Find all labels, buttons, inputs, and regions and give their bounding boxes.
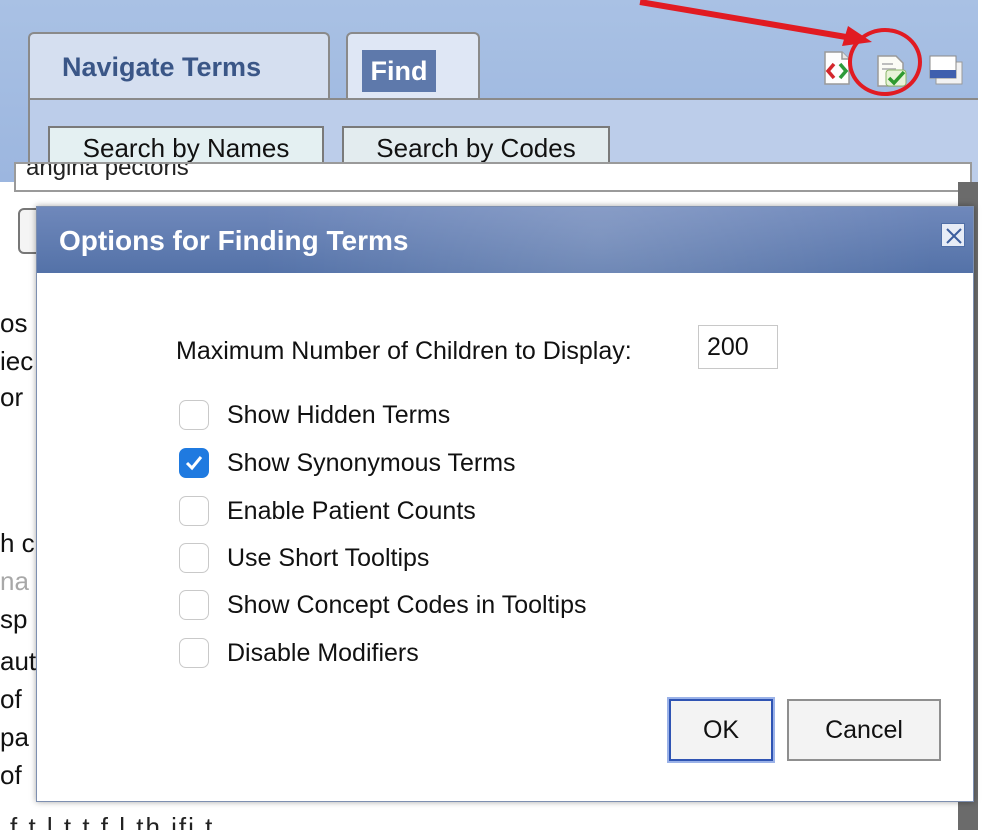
background-bottom-text-content: f t l t t f l th ifi t xyxy=(10,812,215,830)
option-label: Show Hidden Terms xyxy=(227,400,451,429)
search-input-value: angina pectoris xyxy=(26,162,189,181)
option-label: Enable Patient Counts xyxy=(227,496,476,525)
background-text: of xyxy=(0,684,22,714)
option-show-hidden-terms[interactable]: Show Hidden Terms xyxy=(179,395,450,435)
checkbox[interactable] xyxy=(179,496,209,526)
checkbox-checked[interactable] xyxy=(179,448,209,478)
background-text: na xyxy=(0,566,29,596)
close-icon[interactable] xyxy=(941,223,965,247)
dialog-body: Maximum Number of Children to Display: S… xyxy=(37,273,973,803)
max-children-field[interactable] xyxy=(698,325,778,369)
option-disable-modifiers[interactable]: Disable Modifiers xyxy=(179,633,419,673)
dialog-title-bar[interactable]: Options for Finding Terms xyxy=(37,207,973,273)
annotation-circle xyxy=(848,28,922,96)
option-label: Disable Modifiers xyxy=(227,638,419,667)
background-bottom-text: f t l t t f l th ifi t xyxy=(0,800,958,830)
checkmark-icon xyxy=(185,456,203,471)
checkbox[interactable] xyxy=(179,590,209,620)
background-text: aut xyxy=(0,646,37,676)
cancel-button[interactable]: Cancel xyxy=(787,699,941,761)
max-children-label: Maximum Number of Children to Display: xyxy=(176,337,632,365)
option-show-concept-codes[interactable]: Show Concept Codes in Tooltips xyxy=(179,585,586,625)
background-text: h c xyxy=(0,528,35,558)
option-label: Use Short Tooltips xyxy=(227,543,430,572)
checkbox[interactable] xyxy=(179,543,209,573)
dialog-title: Options for Finding Terms xyxy=(59,225,409,256)
background-text: os xyxy=(0,308,28,338)
option-label: Show Synonymous Terms xyxy=(227,448,516,477)
ok-button[interactable]: OK xyxy=(667,697,775,763)
background-text: sp xyxy=(0,604,28,634)
background-text: iec xyxy=(0,346,34,376)
background-text: of xyxy=(0,760,22,790)
options-dialog: Options for Finding Terms Maximum Number… xyxy=(36,206,974,802)
page-edge xyxy=(978,0,1008,830)
checkbox[interactable] xyxy=(179,638,209,668)
option-show-synonymous-terms[interactable]: Show Synonymous Terms xyxy=(179,443,516,483)
option-enable-patient-counts[interactable]: Enable Patient Counts xyxy=(179,491,476,531)
checkbox[interactable] xyxy=(179,400,209,430)
option-label: Show Concept Codes in Tooltips xyxy=(227,590,587,619)
search-input[interactable]: angina pectoris xyxy=(14,162,972,192)
background-text: pa xyxy=(0,722,29,752)
background-text: or xyxy=(0,382,24,412)
option-use-short-tooltips[interactable]: Use Short Tooltips xyxy=(179,538,429,578)
